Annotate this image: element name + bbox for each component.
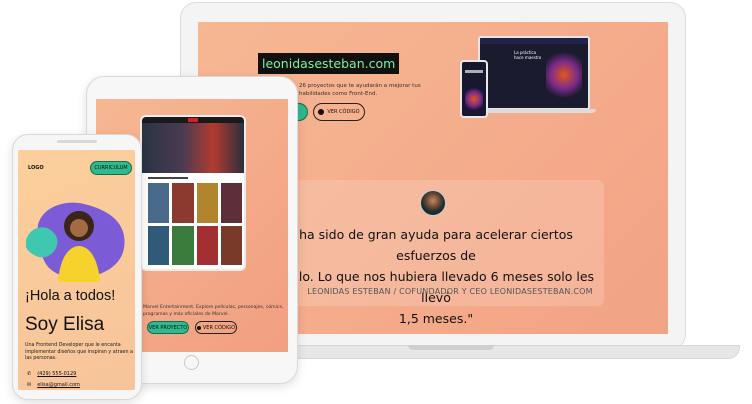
phone-speaker [57, 140, 97, 143]
tablet-project-button[interactable]: VER PROYECTO [147, 321, 189, 334]
comic-cover[interactable] [196, 225, 218, 265]
phone-icon: ✆ [27, 371, 32, 377]
code-button-label: VER CÓDIGO [327, 109, 360, 115]
mini-laptop-base [472, 109, 596, 113]
hero-greeting: ¡Hola a todos! [25, 288, 116, 304]
marvel-hero-banner [142, 123, 244, 173]
mini-hero-art [546, 50, 582, 100]
site-badge[interactable]: leonidasesteban.com [258, 53, 400, 74]
mini-phone-heading [465, 70, 483, 73]
code-button-label: VER CÓDIGO [202, 324, 236, 331]
mini-nav-bar [480, 38, 588, 44]
github-icon [196, 325, 201, 330]
testimonial-quote: ha sido de gran ayuda para acelerar cier… [270, 224, 602, 329]
marvel-logo [188, 118, 198, 122]
comics-grid [148, 183, 242, 265]
contact-phone[interactable]: ✆ (429) 555-0129 [27, 371, 76, 377]
tablet-code-button[interactable]: VER CÓDIGO [195, 321, 237, 334]
avatar [420, 190, 446, 216]
contact-email[interactable]: ✉ elisa@gmail.com [27, 382, 80, 388]
comic-cover[interactable] [172, 225, 194, 265]
mini-phone-preview [460, 60, 488, 118]
email-address: elisa@gmail.com [37, 382, 80, 388]
comic-cover[interactable] [148, 183, 170, 223]
github-icon [318, 109, 325, 115]
marvel-preview-card [140, 115, 246, 271]
hero-name: Soy Elisa [25, 314, 105, 335]
laptop-notch [408, 345, 494, 350]
marvel-section-title [148, 177, 188, 179]
tablet-description: Marvel Entertainment. Explore películas,… [143, 305, 284, 317]
tablet-home-button[interactable] [184, 355, 199, 370]
hero-bio: Una Frontend Developer que le encanta im… [25, 343, 133, 361]
quote-line-1: ha sido de gran ayuda para acelerar cier… [299, 227, 573, 263]
hero-illustration [26, 202, 125, 282]
mini-site-heading: La práctica hace maestro [514, 50, 542, 60]
comic-cover[interactable] [220, 225, 242, 265]
mini-laptop-preview: La práctica hace maestro [478, 36, 590, 110]
comic-cover[interactable] [148, 225, 170, 265]
comic-cover[interactable] [172, 183, 194, 223]
mini-phone-art [465, 88, 483, 110]
phone-logo[interactable]: LOGO [28, 165, 44, 171]
face-shape [70, 219, 88, 237]
comic-cover[interactable] [220, 183, 242, 223]
comic-cover[interactable] [196, 183, 218, 223]
laptop-code-button[interactable]: VER CÓDIGO [313, 103, 365, 121]
mail-icon: ✉ [27, 382, 32, 388]
quote-line-3: 1,5 meses." [398, 311, 474, 326]
laptop-description: 26 proyectos que te ayudarán a mejorar t… [299, 83, 421, 97]
phone-number: (429) 555-0129 [37, 371, 77, 377]
cv-button[interactable]: CURRICULUM [90, 161, 132, 175]
testimonial-author: LEONIDAS ESTEBAN / COFUNDADOR Y CEO LEON… [307, 287, 593, 296]
